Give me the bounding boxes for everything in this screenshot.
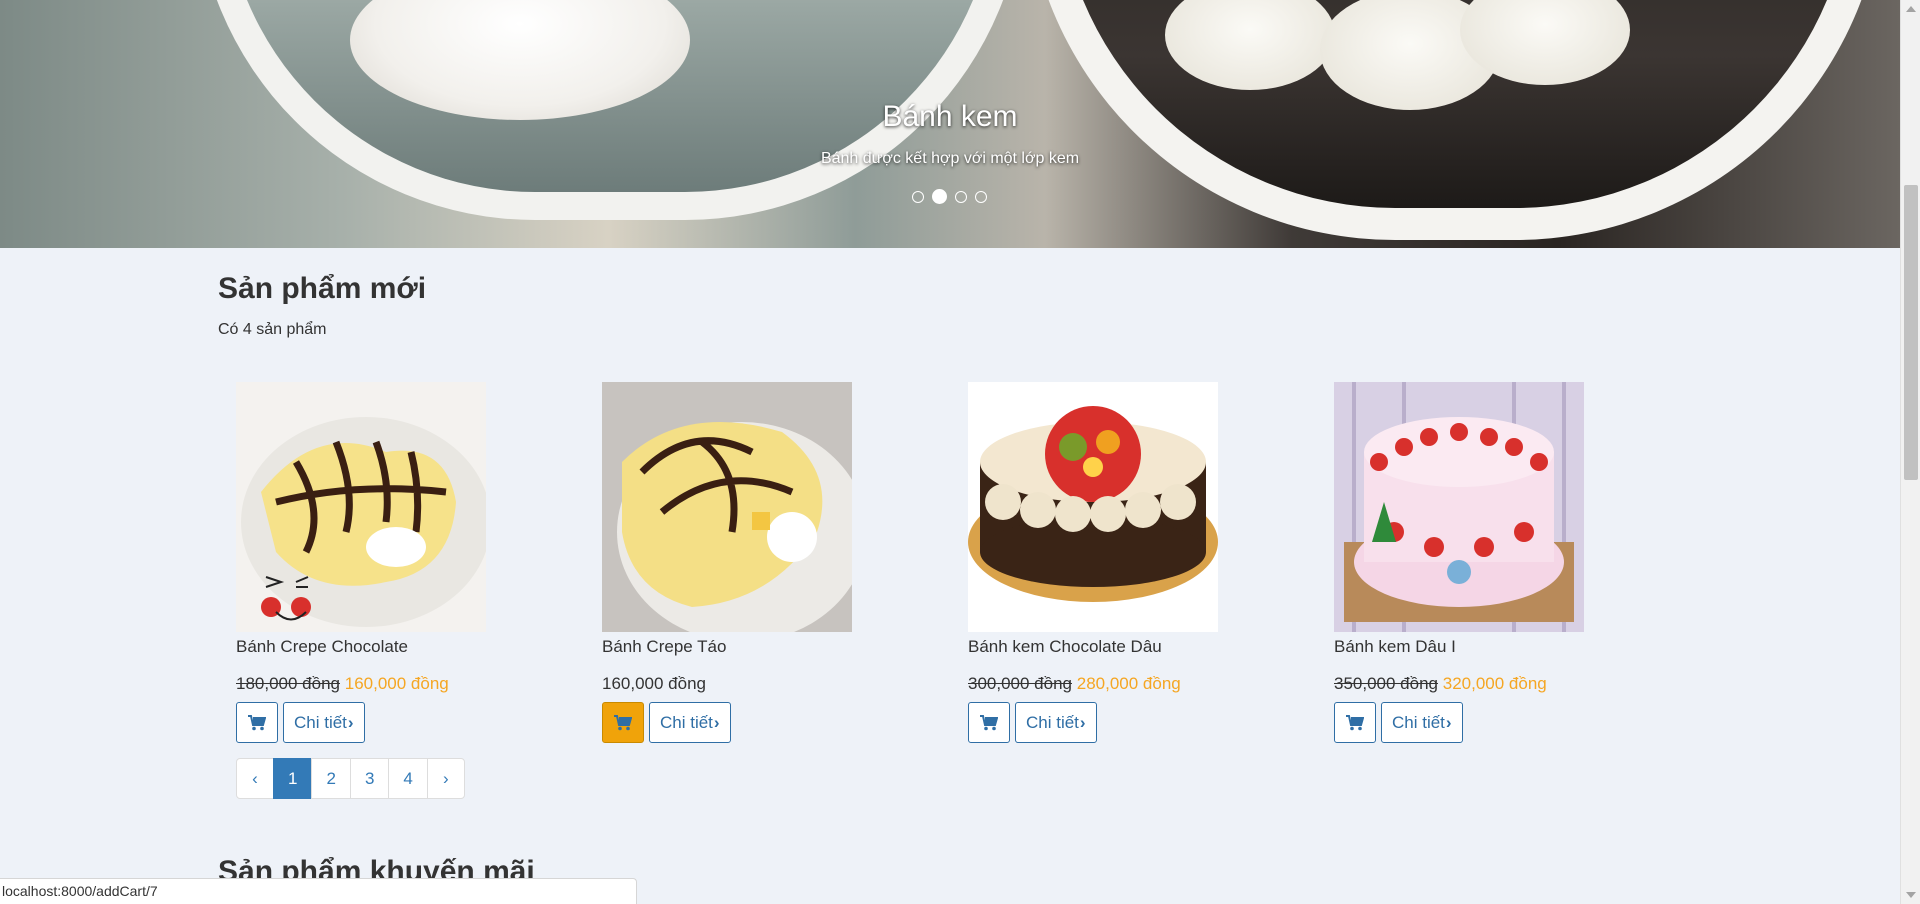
carousel-indicator[interactable] <box>975 190 987 203</box>
product-price: 160,000 đồng <box>602 674 862 694</box>
browser-status-bar: localhost:8000/addCart/7 <box>0 878 637 904</box>
add-to-cart-button[interactable] <box>236 702 278 743</box>
product-name[interactable]: Bánh Crepe Táo <box>602 637 862 659</box>
detail-button[interactable]: Chi tiết › <box>1381 702 1463 743</box>
carousel-indicator[interactable] <box>955 190 967 203</box>
pagination-page-4[interactable]: 4 <box>388 758 428 799</box>
detail-button[interactable]: Chi tiết › <box>283 702 365 743</box>
pagination-next[interactable]: › <box>426 758 465 799</box>
hero-subtitle: Bánh được kết hợp với một lớp kem <box>820 150 1080 167</box>
chevron-right-icon: › <box>347 712 354 732</box>
detail-button-label: Chi tiết <box>1026 712 1079 732</box>
carousel-indicator-active[interactable] <box>932 189 947 204</box>
product-sale-price: 280,000 đồng <box>1076 674 1181 693</box>
chevron-right-icon: › <box>713 712 720 732</box>
product-old-price: 300,000 đồng <box>968 674 1072 693</box>
pagination: ‹ 1 2 3 4 › <box>236 758 465 799</box>
product-card: Bánh Crepe Chocolate 180,000 đồng 160,00… <box>236 382 496 743</box>
product-image-crepe-chocolate[interactable] <box>236 382 486 632</box>
scrollbar-thumb[interactable] <box>1904 185 1918 480</box>
pagination-page-3[interactable]: 3 <box>349 758 390 799</box>
product-actions: Chi tiết › <box>1334 702 1594 743</box>
detail-button-label: Chi tiết <box>1392 712 1445 732</box>
chevron-right-icon: › <box>1445 712 1452 732</box>
shopping-cart-icon <box>248 714 266 730</box>
product-price: 180,000 đồng 160,000 đồng <box>236 674 496 694</box>
carousel-indicator[interactable] <box>912 190 924 203</box>
detail-button[interactable]: Chi tiết › <box>649 702 731 743</box>
detail-button[interactable]: Chi tiết › <box>1015 702 1097 743</box>
hero-carousel[interactable]: Bánh kem Bánh được kết hợp với một lớp k… <box>0 0 1900 248</box>
product-price: 350,000 đồng 320,000 đồng <box>1334 674 1594 694</box>
product-card: Bánh kem Chocolate Dâu 300,000 đồng 280,… <box>968 382 1228 743</box>
section-title-new-products: Sản phẩm mới <box>218 272 427 305</box>
add-to-cart-button[interactable] <box>968 702 1010 743</box>
product-old-price: 180,000 đồng <box>236 674 340 693</box>
pagination-page-1[interactable]: 1 <box>273 758 313 799</box>
add-to-cart-button[interactable] <box>602 702 644 743</box>
product-name[interactable]: Bánh kem Dâu I <box>1334 637 1594 659</box>
carousel-indicators <box>912 189 987 204</box>
product-sale-price: 160,000 đồng <box>344 674 449 693</box>
product-sale-price: 320,000 đồng <box>1442 674 1547 693</box>
product-old-price: 350,000 đồng <box>1334 674 1438 693</box>
product-count: Có 4 sản phẩm <box>218 321 327 338</box>
product-price-value: 160,000 đồng <box>602 674 706 693</box>
product-card: Bánh Crepe Táo 160,000 đồng Chi tiết › <box>602 382 862 743</box>
product-name[interactable]: Bánh kem Chocolate Dâu <box>968 637 1228 659</box>
add-to-cart-button[interactable] <box>1334 702 1376 743</box>
product-price: 300,000 đồng 280,000 đồng <box>968 674 1228 694</box>
product-card: Bánh kem Dâu I 350,000 đồng 320,000 đồng… <box>1334 382 1594 743</box>
pagination-page-2[interactable]: 2 <box>311 758 351 799</box>
shopping-cart-icon <box>614 714 632 730</box>
pagination-prev[interactable]: ‹ <box>236 758 274 799</box>
product-actions: Chi tiết › <box>968 702 1228 743</box>
chevron-right-icon: › <box>1079 712 1086 732</box>
detail-button-label: Chi tiết <box>294 712 347 732</box>
page-scrollbar[interactable] <box>1900 0 1920 904</box>
scroll-down-arrow-icon[interactable] <box>1906 892 1916 898</box>
product-actions: Chi tiết › <box>602 702 862 743</box>
hero-title: Bánh kem <box>882 100 1018 133</box>
product-image-dau-i[interactable] <box>1334 382 1584 632</box>
product-image-crepe-tao[interactable] <box>602 382 852 632</box>
product-actions: Chi tiết › <box>236 702 496 743</box>
shopping-cart-icon <box>980 714 998 730</box>
shopping-cart-icon <box>1346 714 1364 730</box>
detail-button-label: Chi tiết <box>660 712 713 732</box>
product-image-chocolate-dau[interactable] <box>968 382 1218 632</box>
scroll-up-arrow-icon[interactable] <box>1906 6 1916 12</box>
product-name[interactable]: Bánh Crepe Chocolate <box>236 637 496 659</box>
